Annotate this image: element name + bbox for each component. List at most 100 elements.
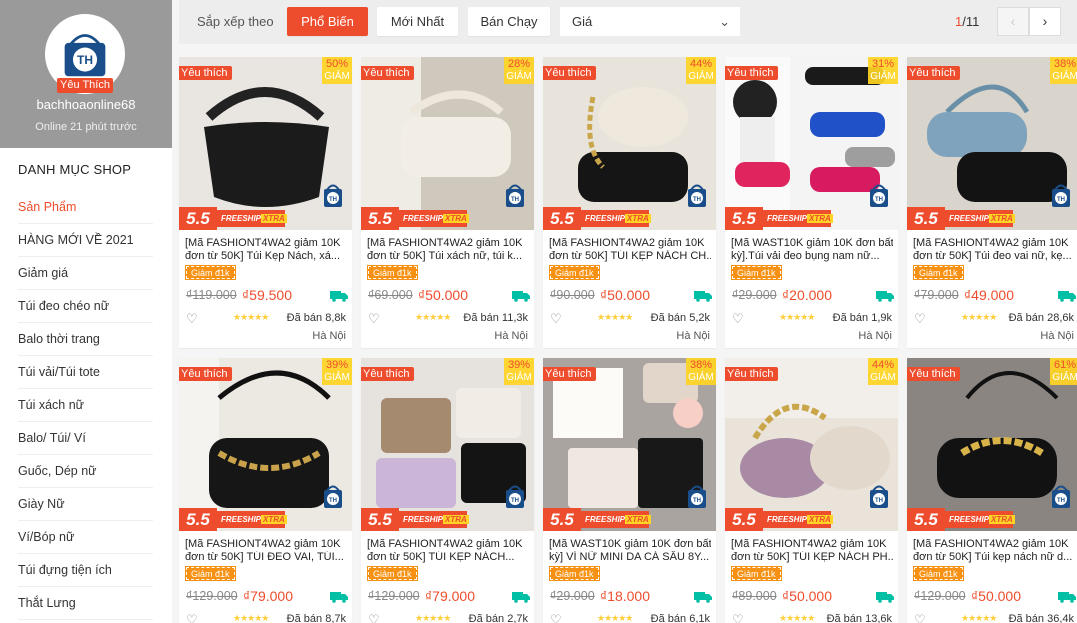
product-card[interactable]: Yêu thích 31% GIẢM 5.5 FREESHIP XTRA TH […	[725, 57, 898, 348]
svg-text:TH: TH	[511, 197, 519, 203]
discount-word: GIẢM	[870, 372, 896, 383]
sale-price: ₫50.000	[600, 287, 651, 303]
freeship-text: FREESHIP	[403, 214, 444, 223]
product-title[interactable]: [Mã FASHIONT4WA2 giảm 10K đơn từ 50K] TÚ…	[549, 237, 711, 265]
shop-logo-icon: TH	[504, 482, 526, 512]
category-item[interactable]: Sản Phẩm	[18, 191, 153, 224]
category-item[interactable]: Thắt Lưng	[18, 587, 153, 620]
meta-row: ♡ ★★★★★ Đã bán 28,6k	[914, 311, 1074, 327]
promo-frame: 5.5 FREESHIP XTRA TH	[543, 485, 716, 531]
favorite-tag: Yêu thích	[725, 66, 779, 80]
price-row: ₫90.000 ₫50.000	[550, 287, 712, 304]
product-title[interactable]: [Mã FASHIONT4WA2 giảm 10K đơn từ 50K] Tú…	[367, 237, 529, 265]
category-item[interactable]: Túi xách nữ	[18, 389, 153, 422]
sort-newest-button[interactable]: Mới Nhất	[377, 7, 458, 36]
heart-icon[interactable]: ♡	[914, 612, 926, 623]
shop-name[interactable]: bachhoaonline68	[0, 97, 172, 112]
discount-percent: 31%	[871, 58, 895, 70]
free-ship-truck-icon	[694, 289, 712, 302]
heart-icon[interactable]: ♡	[732, 612, 744, 623]
xtra-text: XTRA	[443, 515, 469, 524]
total-pages: /11	[962, 14, 980, 29]
product-title[interactable]: [Mã FASHIONT4WA2 giảm 10K đơn từ 50K] Tú…	[913, 538, 1075, 566]
freeship-label: FREESHIP XTRA	[217, 511, 287, 528]
heart-icon[interactable]: ♡	[732, 311, 744, 327]
coupon-badge: Giảm đ1k	[367, 566, 418, 581]
price-row: ₫79.000 ₫49.000	[914, 287, 1076, 304]
product-title[interactable]: [Mã WAST10K giảm 10K đơn bất kỳ].Túi vải…	[731, 237, 893, 265]
heart-icon[interactable]: ♡	[186, 612, 198, 623]
category-item[interactable]: Ví/Bóp nữ	[18, 521, 153, 554]
rating-stars-icon: ★★★★★	[779, 312, 815, 322]
category-item[interactable]: Giảm giá	[18, 257, 153, 290]
sort-popular-button[interactable]: Phổ Biến	[287, 7, 368, 36]
product-card[interactable]: Yêu thích 38% GIẢM 5.5 FREESHIP XTRA TH […	[907, 57, 1077, 348]
product-card[interactable]: Yêu thích 38% GIẢM 5.5 FREESHIP XTRA TH […	[543, 358, 716, 623]
product-card[interactable]: Yêu thích 50% GIẢM 5.5 FREESHIP XTRA TH […	[179, 57, 352, 348]
product-title[interactable]: [Mã FASHIONT4WA2 giảm 10K đơn từ 50K] Tú…	[913, 237, 1075, 265]
category-item[interactable]: HÀNG MỚI VỀ 2021	[18, 224, 153, 257]
sort-bestseller-button[interactable]: Bán Chạy	[468, 7, 550, 36]
product-title-line1: [Mã WAST10K giảm 10K đơn bất	[731, 237, 893, 249]
promo-55-label: 5.5	[907, 207, 945, 230]
next-page-button[interactable]: ›	[1029, 7, 1061, 36]
product-card[interactable]: Yêu thích 39% GIẢM 5.5 FREESHIP XTRA TH […	[179, 358, 352, 623]
product-card[interactable]: Yêu thích 44% GIẢM 5.5 FREESHIP XTRA TH […	[543, 57, 716, 348]
product-card[interactable]: Yêu thích 28% GIẢM 5.5 FREESHIP XTRA TH […	[361, 57, 534, 348]
heart-icon[interactable]: ♡	[368, 311, 380, 327]
freeship-text: FREESHIP	[585, 214, 626, 223]
svg-text:TH: TH	[875, 498, 883, 504]
heart-icon[interactable]: ♡	[550, 612, 562, 623]
promo-55-label: 5.5	[361, 207, 399, 230]
category-item[interactable]: Giày Nữ	[18, 488, 153, 521]
shop-logo-icon: TH	[322, 482, 344, 512]
product-title-line2: đơn từ 50K] TÚI KẸP NÁCH...	[367, 551, 515, 563]
product-card[interactable]: Yêu thích 61% GIẢM 5.5 FREESHIP XTRA TH […	[907, 358, 1077, 623]
promo-frame: 5.5 FREESHIP XTRA TH	[907, 184, 1077, 230]
meta-row: ♡ ★★★★★ Đã bán 5,2k	[550, 311, 710, 327]
shop-logo-icon: TH	[1050, 482, 1072, 512]
product-title[interactable]: [Mã FASHIONT4WA2 giảm 10K đơn từ 50K] TÚ…	[731, 538, 893, 566]
category-item[interactable]: Túi đeo chéo nữ	[18, 290, 153, 323]
sold-count: Đã bán 13,6k	[826, 613, 892, 623]
heart-icon[interactable]: ♡	[914, 311, 926, 327]
discount-percent: 38%	[689, 359, 713, 371]
product-card[interactable]: Yêu thích 44% GIẢM 5.5 FREESHIP XTRA TH […	[725, 358, 898, 623]
sale-price: ₫49.000	[964, 287, 1015, 303]
promo-frame: 5.5 FREESHIP XTRA TH	[179, 184, 352, 230]
shop-card[interactable]: TH Yêu Thích bachhoaonline68 Online 21 p…	[0, 0, 172, 148]
category-item[interactable]: Túi đựng tiện ích	[18, 554, 153, 587]
category-item[interactable]: Túi vải/Túi tote	[18, 356, 153, 389]
favorite-tag: Yêu thích	[361, 367, 415, 381]
category-item[interactable]: Guốc, Dép nữ	[18, 455, 153, 488]
product-title[interactable]: [Mã FASHIONT4WA2 giảm 10K đơn từ 50K] TÚ…	[185, 538, 347, 566]
favorite-tag: Yêu thích	[179, 367, 233, 381]
rating-stars-icon: ★★★★★	[779, 613, 815, 623]
heart-icon[interactable]: ♡	[186, 311, 198, 327]
sale-price: ₫50.000	[782, 588, 833, 604]
sale-price: ₫79.000	[425, 588, 476, 604]
category-item[interactable]: Balo/ Túi/ Ví	[18, 422, 153, 455]
free-ship-truck-icon	[694, 590, 712, 603]
freeship-text: FREESHIP	[767, 214, 808, 223]
category-item[interactable]: Balo thời trang	[18, 323, 153, 356]
prev-page-button[interactable]: ‹	[997, 7, 1029, 36]
heart-icon[interactable]: ♡	[550, 311, 562, 327]
sold-count: Đã bán 8,8k	[286, 312, 346, 324]
price-row: ₫129.000 ₫79.000	[368, 588, 530, 605]
coupon-badge: Giảm đ1k	[731, 265, 782, 280]
product-title[interactable]: [Mã WAST10K giảm 10K đơn bất kỳ] VÍ NỮ M…	[549, 538, 711, 566]
product-title[interactable]: [Mã FASHIONT4WA2 giảm 10K đơn từ 50K] Tú…	[185, 237, 347, 265]
sold-count: Đã bán 36,4k	[1008, 613, 1074, 623]
product-card[interactable]: Yêu thích 39% GIẢM 5.5 FREESHIP XTRA TH […	[361, 358, 534, 623]
promo-frame: 5.5 FREESHIP XTRA TH	[907, 485, 1077, 531]
product-title[interactable]: [Mã FASHIONT4WA2 giảm 10K đơn từ 50K] TÚ…	[367, 538, 529, 566]
discount-badge: 31% GIẢM	[868, 57, 898, 84]
price-sort-select[interactable]: Giá ⌄	[560, 7, 740, 36]
discount-word: GIẢM	[1052, 71, 1077, 82]
freeship-text: FREESHIP	[403, 515, 444, 524]
discount-badge: 38% GIẢM	[686, 358, 716, 385]
chevron-right-icon: ›	[1042, 13, 1048, 29]
product-title-line1: [Mã FASHIONT4WA2 giảm 10K	[367, 538, 523, 550]
heart-icon[interactable]: ♡	[368, 612, 380, 623]
